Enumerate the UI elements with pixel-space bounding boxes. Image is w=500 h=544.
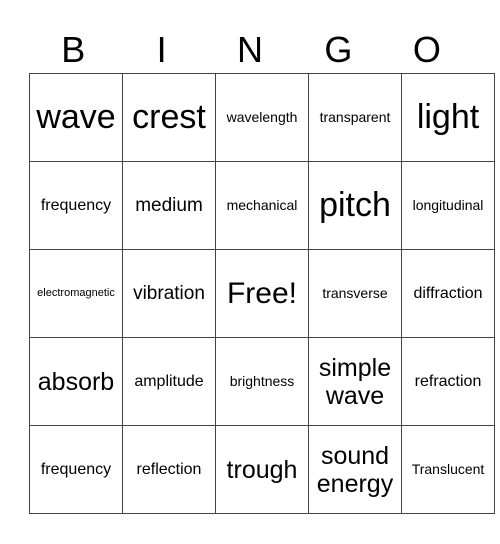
card-row: absorb amplitude brightness simple wave … <box>29 337 495 426</box>
bingo-card: wave crest wavelength transparent light … <box>29 73 495 514</box>
card-cell[interactable]: pitch <box>308 161 402 250</box>
card-cell[interactable]: refraction <box>401 337 495 426</box>
card-cell[interactable]: frequency <box>29 425 123 514</box>
bingo-header: B I N G O <box>29 28 471 72</box>
card-cell[interactable]: longitudinal <box>401 161 495 250</box>
card-cell[interactable]: electromagnetic <box>29 249 123 338</box>
free-space-cell[interactable]: Free! <box>215 249 309 338</box>
card-cell[interactable]: mechanical <box>215 161 309 250</box>
card-cell[interactable]: Translucent <box>401 425 495 514</box>
card-cell[interactable]: amplitude <box>122 337 216 426</box>
card-cell[interactable]: reflection <box>122 425 216 514</box>
card-cell[interactable]: light <box>401 73 495 162</box>
card-cell[interactable]: wavelength <box>215 73 309 162</box>
header-letter-o: O <box>412 29 441 70</box>
card-row: electromagnetic vibration Free! transver… <box>29 249 495 338</box>
card-cell[interactable]: frequency <box>29 161 123 250</box>
card-row: frequency medium mechanical pitch longit… <box>29 161 495 250</box>
card-row: wave crest wavelength transparent light <box>29 73 495 162</box>
card-cell[interactable]: transverse <box>308 249 402 338</box>
header-letter-n: N <box>237 29 264 70</box>
card-cell[interactable]: diffraction <box>401 249 495 338</box>
header-letter-g: G <box>324 29 353 70</box>
card-cell[interactable]: medium <box>122 161 216 250</box>
card-cell[interactable]: vibration <box>122 249 216 338</box>
header-letter-b: B <box>61 29 86 70</box>
header-letter-i: I <box>156 29 167 70</box>
card-cell[interactable]: trough <box>215 425 309 514</box>
card-cell[interactable]: brightness <box>215 337 309 426</box>
card-cell[interactable]: crest <box>122 73 216 162</box>
card-cell[interactable]: sound energy <box>308 425 402 514</box>
card-cell[interactable]: transparent <box>308 73 402 162</box>
card-cell[interactable]: simple wave <box>308 337 402 426</box>
card-cell[interactable]: wave <box>29 73 123 162</box>
card-row: frequency reflection trough sound energy… <box>29 425 495 514</box>
card-cell[interactable]: absorb <box>29 337 123 426</box>
